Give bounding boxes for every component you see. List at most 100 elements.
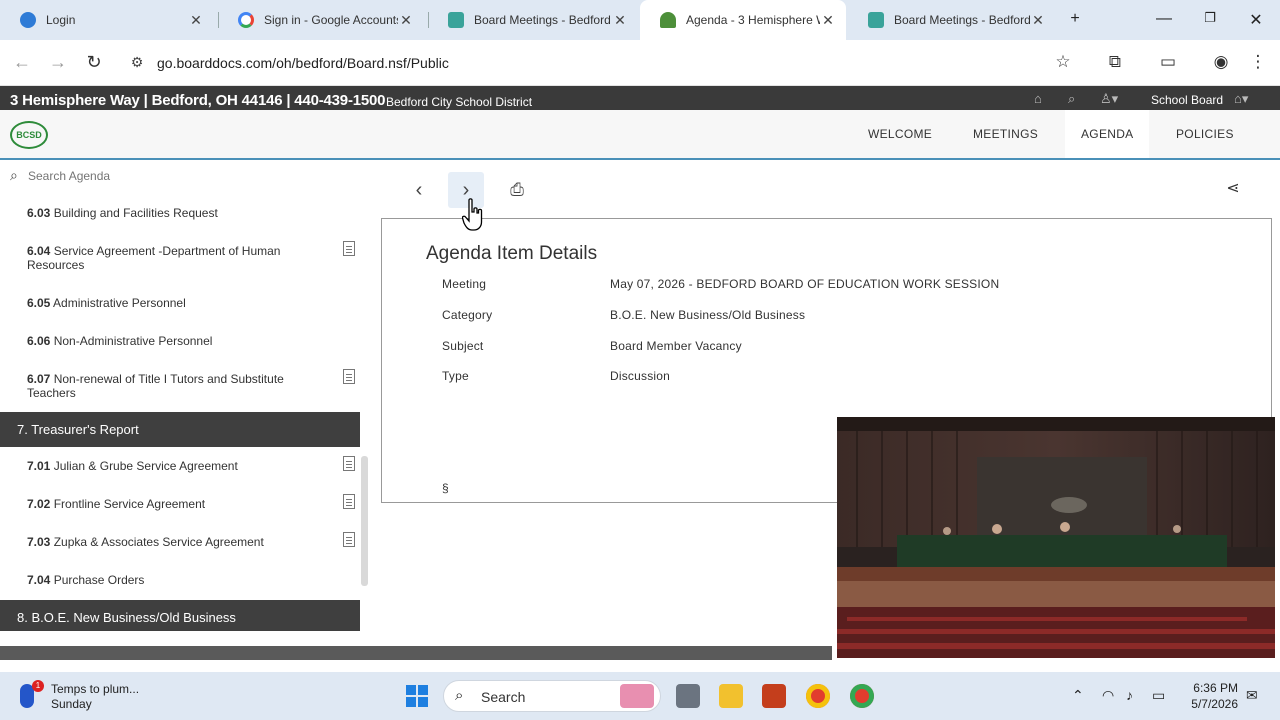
- document-icon[interactable]: [343, 241, 355, 256]
- agenda-item[interactable]: 7.04 Purchase Orders: [0, 573, 360, 591]
- home-icon[interactable]: ⌂: [1034, 91, 1042, 106]
- notification-badge: 1: [32, 680, 44, 692]
- close-icon[interactable]: ✕: [820, 12, 836, 29]
- nav-policies[interactable]: POLICIES: [1160, 110, 1250, 158]
- browser-tab-google-signin[interactable]: Sign in - Google Accounts ✕: [218, 0, 424, 40]
- previous-item-button[interactable]: ‹: [401, 172, 437, 208]
- taskbar-search[interactable]: ⌕ Search: [443, 680, 661, 712]
- user-lock-icon[interactable]: ♙▾: [1100, 91, 1118, 107]
- district-address: 3 Hemisphere Way | Bedford, OH 44146 | 4…: [10, 92, 386, 109]
- section-new-old-business[interactable]: 8. B.O.E. New Business/Old Business: [0, 600, 360, 631]
- meeting-label: Meeting: [442, 277, 487, 291]
- subject-value: Board Member Vacancy: [610, 339, 742, 353]
- institution-icon[interactable]: ⌂▾: [1234, 91, 1248, 107]
- chrome-active-icon[interactable]: [850, 684, 874, 708]
- tree-icon: [660, 12, 676, 28]
- subject-label: Subject: [442, 339, 484, 353]
- tab-label: Sign in - Google Accounts: [264, 13, 398, 27]
- item-number: 6.05: [27, 296, 51, 310]
- browser-tab-login[interactable]: Login ✕: [0, 0, 214, 40]
- google-icon: [238, 12, 254, 28]
- item-label: Building and Facilities Request: [53, 206, 218, 220]
- agenda-search: ⌕: [0, 162, 368, 190]
- extensions-icon[interactable]: ⧉: [1104, 52, 1126, 72]
- chevron-up-icon[interactable]: ⌃: [1072, 687, 1084, 704]
- agenda-item[interactable]: 6.07 Non-renewal of Title I Tutors and S…: [0, 369, 360, 402]
- print-button[interactable]: ⎙: [499, 172, 535, 208]
- section-mark: §: [442, 481, 449, 495]
- item-number: 6.06: [27, 334, 51, 348]
- site-top-bar: 3 Hemisphere Way | Bedford, OH 44146 | 4…: [0, 86, 1280, 110]
- reload-icon[interactable]: ↻: [83, 52, 105, 73]
- item-label: Non-Administrative Personnel: [53, 334, 213, 348]
- powerpoint-icon[interactable]: [762, 684, 786, 708]
- nav-agenda[interactable]: AGENDA: [1065, 110, 1150, 158]
- notifications-icon[interactable]: ✉: [1246, 687, 1258, 704]
- nav-meetings[interactable]: MEETINGS: [957, 110, 1054, 158]
- tab-label: Board Meetings - Bedford: [474, 13, 611, 27]
- item-label: Purchase Orders: [53, 573, 145, 587]
- profile-icon[interactable]: ◉: [1210, 52, 1232, 72]
- school-board-label[interactable]: School Board: [1151, 93, 1223, 107]
- search-agenda-input[interactable]: [28, 166, 348, 186]
- new-tab-icon[interactable]: +: [1065, 10, 1085, 28]
- agenda-item[interactable]: 7.01 Julian & Grube Service Agreement: [0, 456, 360, 477]
- battery-icon[interactable]: ▭: [1152, 687, 1165, 704]
- bookmark-star-icon[interactable]: ☆: [1052, 52, 1074, 72]
- agenda-item[interactable]: 7.02 Frontline Service Agreement: [0, 494, 360, 515]
- agenda-item[interactable]: 6.04 Service Agreement -Department of Hu…: [0, 241, 360, 274]
- browser-tab-board-meetings[interactable]: Board Meetings - Bedford ✕: [428, 0, 638, 40]
- document-icon[interactable]: [343, 456, 355, 471]
- item-number: 6.03: [27, 206, 51, 220]
- agenda-item[interactable]: 6.06 Non-Administrative Personnel: [0, 334, 360, 352]
- agenda-item[interactable]: 7.03 Zupka & Associates Service Agreemen…: [0, 532, 360, 553]
- back-icon[interactable]: ←: [11, 52, 33, 73]
- chrome-icon[interactable]: [806, 684, 830, 708]
- agenda-sidebar: 6.03 Building and Facilities Request 6.0…: [0, 194, 368, 631]
- close-icon[interactable]: ✕: [188, 12, 204, 29]
- close-icon[interactable]: ✕: [1030, 12, 1046, 29]
- section-treasurers-report[interactable]: 7. Treasurer's Report: [0, 412, 360, 447]
- browser-tab-board-meetings-2[interactable]: Board Meetings - Bedford ✕: [848, 0, 1056, 40]
- agenda-item[interactable]: 6.05 Administrative Personnel: [0, 296, 360, 314]
- wifi-icon[interactable]: ◠: [1102, 687, 1114, 704]
- system-clock[interactable]: 6:36 PM 5/7/2026: [1190, 680, 1238, 712]
- hand-cursor-icon: [462, 198, 483, 231]
- menu-icon[interactable]: ⋮: [1247, 52, 1269, 72]
- tab-label: Board Meetings - Bedford: [894, 13, 1030, 27]
- task-view-icon[interactable]: [676, 684, 700, 708]
- weather-day: Sunday: [51, 697, 92, 711]
- item-label: Administrative Personnel: [53, 296, 186, 310]
- tab-label: Agenda - 3 Hemisphere W: [686, 13, 820, 27]
- cast-icon[interactable]: ▭: [1157, 52, 1179, 72]
- nav-welcome[interactable]: WELCOME: [852, 110, 948, 158]
- file-explorer-icon[interactable]: [719, 684, 743, 708]
- district-name: Bedford City School District: [386, 95, 533, 109]
- bcsd-logo[interactable]: BCSD: [10, 121, 48, 149]
- restore-icon[interactable]: ❐: [1200, 10, 1220, 26]
- document-icon[interactable]: [343, 532, 355, 547]
- url-field[interactable]: go.boarddocs.com/oh/bedford/Board.nsf/Pu…: [157, 55, 449, 71]
- item-number: 6.04: [27, 244, 51, 258]
- cloud-icon: [20, 12, 36, 28]
- window-close-icon[interactable]: ✕: [1246, 10, 1266, 30]
- meeting-video-pip[interactable]: [837, 417, 1275, 658]
- horizontal-scrollbar[interactable]: [0, 646, 832, 660]
- agenda-item[interactable]: 6.03 Building and Facilities Request: [0, 206, 360, 224]
- site-info-icon[interactable]: ⚙: [126, 54, 148, 71]
- search-icon[interactable]: ⌕: [1068, 91, 1075, 107]
- forward-icon[interactable]: →: [47, 52, 69, 73]
- search-highlight-icon: [620, 684, 654, 708]
- windows-start-icon[interactable]: [406, 685, 428, 707]
- volume-icon[interactable]: ♪: [1126, 687, 1133, 703]
- browser-tab-agenda[interactable]: Agenda - 3 Hemisphere W ✕: [640, 0, 846, 40]
- document-icon[interactable]: [343, 494, 355, 509]
- close-icon[interactable]: ✕: [612, 12, 628, 29]
- share-icon[interactable]: ⋖: [1222, 178, 1244, 200]
- document-icon[interactable]: [343, 369, 355, 384]
- sidebar-scrollbar[interactable]: [361, 456, 368, 586]
- item-label: Julian & Grube Service Agreement: [53, 459, 238, 473]
- minimize-icon[interactable]: —: [1154, 10, 1174, 28]
- details-title: Agenda Item Details: [426, 243, 598, 264]
- close-icon[interactable]: ✕: [398, 12, 414, 29]
